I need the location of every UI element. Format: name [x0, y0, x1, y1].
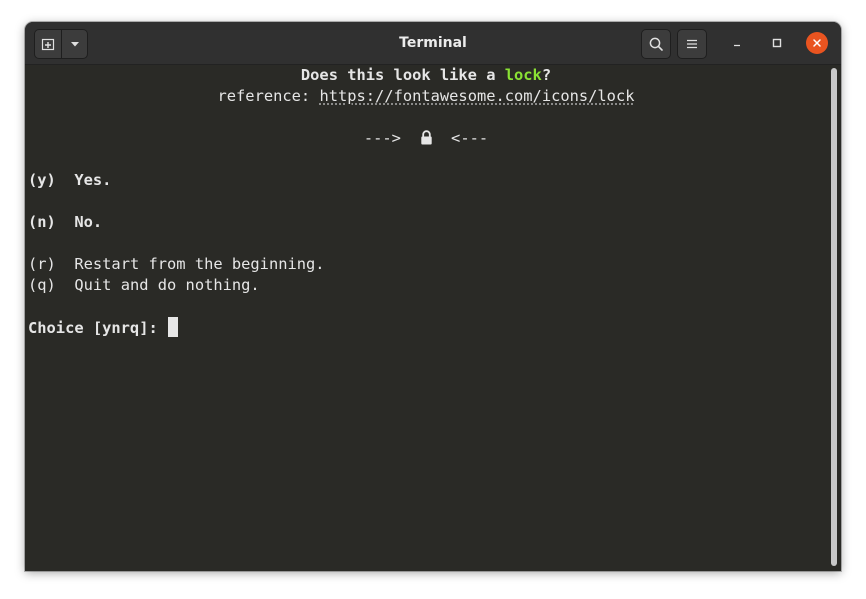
search-button[interactable] [641, 29, 671, 59]
option-restart: (r) Restart from the beginning. [28, 254, 325, 275]
lock-icon [420, 130, 433, 151]
option-label: No. [74, 213, 103, 231]
option-key: (y) [28, 171, 56, 189]
option-key: (r) [28, 255, 56, 273]
option-label: Quit and do nothing. [74, 276, 260, 294]
option-yes: (y) Yes. [28, 170, 111, 191]
text-cursor [168, 317, 178, 337]
arrow-left: ---> [363, 129, 401, 147]
minimize-icon [734, 44, 740, 47]
minimize-button[interactable] [726, 32, 748, 54]
question-line: Does this look like a lock? [25, 65, 827, 86]
scrollbar[interactable] [831, 68, 837, 566]
question-suffix: ? [541, 66, 552, 84]
close-button[interactable] [806, 32, 828, 54]
reference-link[interactable]: https://fontawesome.com/icons/lock [319, 87, 634, 105]
prompt-line[interactable]: Choice [ynrq]: [28, 317, 178, 338]
maximize-button[interactable] [766, 32, 788, 54]
window-title: Terminal [399, 35, 467, 51]
terminal-window: Terminal Does this look like a lock? ref… [25, 22, 841, 571]
choice-prompt: Choice [ynrq]: [28, 319, 167, 337]
title-bar: Terminal [25, 22, 841, 65]
close-icon [813, 39, 821, 47]
maximize-icon [772, 38, 782, 48]
question-prefix: Does this look like a [300, 66, 505, 84]
option-key: (n) [28, 213, 56, 231]
menu-button[interactable] [677, 29, 707, 59]
option-label: Yes. [74, 171, 112, 189]
question-word: lock [504, 66, 542, 84]
terminal-output[interactable]: Does this look like a lock? reference: h… [25, 65, 827, 571]
option-quit: (q) Quit and do nothing. [28, 275, 260, 296]
reference-label: reference: [217, 87, 320, 105]
arrow-right: <--- [451, 129, 489, 147]
reference-line: reference: https://fontawesome.com/icons… [25, 86, 827, 107]
option-no: (n) No. [28, 212, 102, 233]
option-label: Restart from the beginning. [74, 255, 325, 273]
option-key: (q) [28, 276, 56, 294]
search-icon [649, 37, 663, 51]
hamburger-menu-icon [687, 39, 697, 49]
preview-line: ---> <--- [25, 128, 827, 149]
